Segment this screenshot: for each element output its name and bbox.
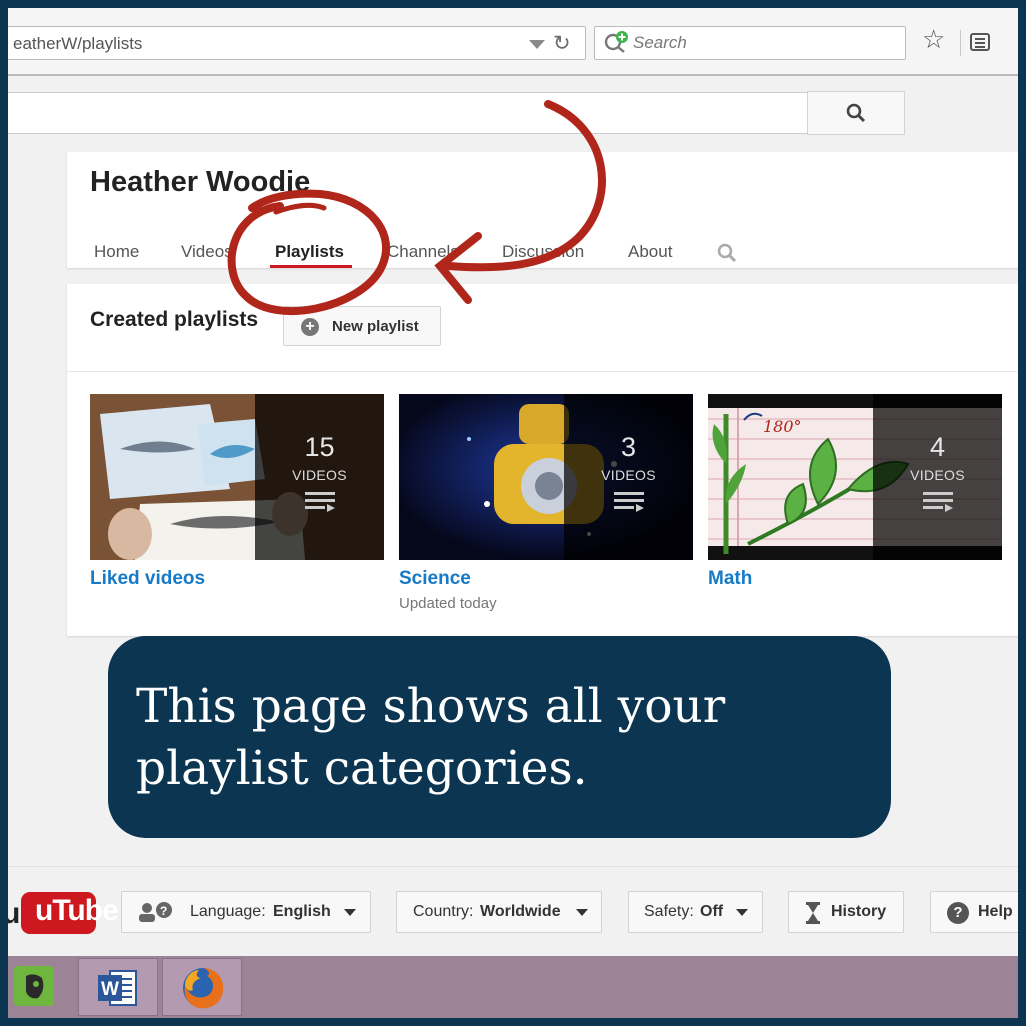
youtube-logo-text: uTube <box>35 894 119 927</box>
taskbar-evernote[interactable] <box>8 958 78 1016</box>
hourglass-icon <box>806 902 820 924</box>
language-value: English <box>273 903 331 920</box>
chevron-down-icon <box>344 909 356 916</box>
help-label: Help <box>978 903 1013 920</box>
language-label: Language: <box>190 903 266 920</box>
chevron-down-icon <box>576 909 588 916</box>
os-taskbar: W <box>8 956 1018 1018</box>
country-button[interactable]: Country: Worldwide <box>396 891 602 933</box>
safety-label: Safety: <box>644 903 694 920</box>
screenshot-frame: eatherW/playlists ↻ Search ☆ Heather Woo… <box>0 0 1026 1026</box>
history-label: History <box>831 903 887 920</box>
safety-value: Off <box>700 903 724 920</box>
taskbar-word[interactable]: W <box>78 958 158 1016</box>
help-icon: ? <box>947 902 969 924</box>
evernote-icon <box>14 966 54 1006</box>
firefox-icon <box>183 968 224 1009</box>
help-button[interactable]: ? Help <box>930 891 1018 933</box>
language-icon: ? <box>139 902 172 922</box>
svg-text:?: ? <box>160 904 167 918</box>
chevron-down-icon <box>736 909 748 916</box>
svg-text:W: W <box>101 979 119 1000</box>
page: eatherW/playlists ↻ Search ☆ Heather Woo… <box>8 8 1018 1018</box>
youtube-logo-you: u <box>8 897 20 930</box>
country-label: Country: <box>413 903 474 920</box>
taskbar-firefox[interactable] <box>162 958 242 1016</box>
word-icon: W <box>98 970 137 1006</box>
safety-button[interactable]: Safety: Off <box>628 891 763 933</box>
country-value: Worldwide <box>480 903 561 920</box>
language-button[interactable]: ? Language: English <box>121 891 371 933</box>
history-button[interactable]: History <box>788 891 904 933</box>
callout-box: This page shows all your playlist catego… <box>108 636 891 838</box>
callout-text: This page shows all your playlist catego… <box>136 679 726 796</box>
